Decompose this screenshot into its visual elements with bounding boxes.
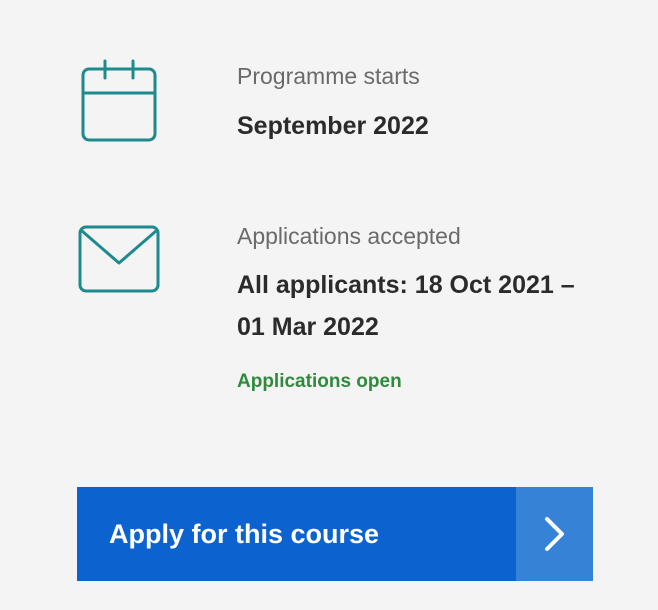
- chevron-right-icon: [544, 517, 564, 551]
- applications-status: Applications open: [237, 371, 402, 392]
- apply-button-label: Apply for this course: [109, 518, 380, 549]
- apply-arrow[interactable]: [516, 487, 593, 581]
- calendar-icon: [81, 59, 157, 142]
- applications-dates-line1: All applicants: 18 Oct 2021 –: [237, 271, 575, 299]
- applications-label: Applications accepted: [237, 223, 461, 249]
- envelope-icon: [78, 225, 160, 293]
- applications-dates-line2: 01 Mar 2022: [237, 313, 379, 341]
- programme-start-label: Programme starts: [237, 63, 420, 89]
- apply-button[interactable]: Apply for this course: [77, 487, 593, 581]
- programme-start-value: September 2022: [237, 112, 429, 140]
